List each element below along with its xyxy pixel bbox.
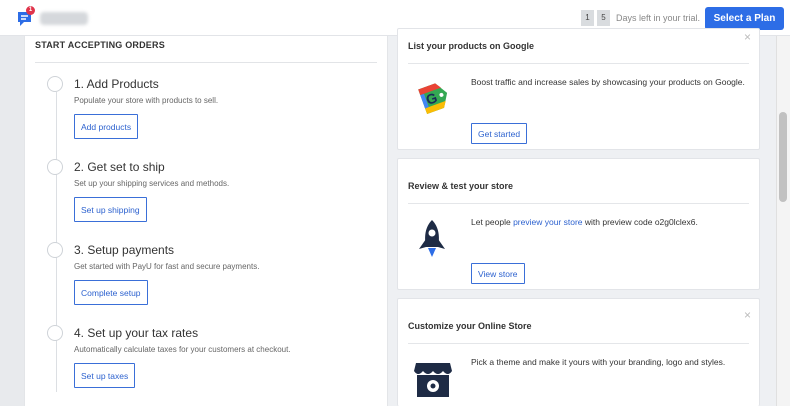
set-up-shipping-button[interactable]: Set up shipping xyxy=(74,197,147,222)
step-title: 3. Setup payments xyxy=(74,243,175,257)
rocket-icon xyxy=(419,220,445,257)
set-up-taxes-button[interactable]: Set up taxes xyxy=(74,363,136,388)
close-icon[interactable]: × xyxy=(744,309,751,321)
card-text: Let people preview your store with previ… xyxy=(471,215,753,230)
trial-text: Days left in your trial. xyxy=(616,13,701,23)
close-icon[interactable]: × xyxy=(744,31,751,43)
view-store-button[interactable]: View store xyxy=(471,263,525,284)
google-listing-card: × List your products on Google G Boost t… xyxy=(397,28,760,150)
preview-store-link[interactable]: preview your store xyxy=(513,217,582,227)
left-gutter xyxy=(0,36,24,406)
select-plan-button[interactable]: Select a Plan xyxy=(705,7,784,30)
google-tag-icon: G xyxy=(418,83,448,114)
step-status-circle xyxy=(47,325,63,341)
scrollbar-track[interactable] xyxy=(776,36,790,406)
step-description: Get started with PayU for fast and secur… xyxy=(74,262,260,271)
card-title: Review & test your store xyxy=(408,181,514,191)
add-products-button[interactable]: Add products xyxy=(74,114,139,139)
step-description: Set up your shipping services and method… xyxy=(74,179,230,188)
start-accepting-orders-panel: START ACCEPTING ORDERS 1. Add Products P… xyxy=(24,36,388,406)
storefront-gear-icon xyxy=(414,363,452,397)
card-title: Customize your Online Store xyxy=(408,321,532,331)
trial-digit: 1 xyxy=(581,10,594,26)
step-description: Automatically calculate taxes for your c… xyxy=(74,345,291,354)
store-name xyxy=(40,12,88,25)
step-status-circle xyxy=(47,242,63,258)
step-title: 4. Set up your tax rates xyxy=(74,326,199,340)
card-text: Pick a theme and make it yours with your… xyxy=(471,357,726,367)
step-status-circle xyxy=(47,76,63,92)
divider xyxy=(408,203,749,204)
step-description: Populate your store with products to sel… xyxy=(74,96,219,105)
trial-counter: 1 5 Days left in your trial. xyxy=(581,10,700,26)
step-title: 1. Add Products xyxy=(74,77,159,91)
scrollbar-thumb[interactable] xyxy=(779,112,787,202)
preview-code-text: with preview code o2g0lclex6. xyxy=(582,217,698,227)
get-started-button[interactable]: Get started xyxy=(471,123,528,144)
divider xyxy=(408,63,749,64)
notification-badge: 1 xyxy=(26,6,35,15)
card-text: Boost traffic and increase sales by show… xyxy=(471,77,745,87)
divider xyxy=(35,62,377,63)
complete-setup-button[interactable]: Complete setup xyxy=(74,280,148,305)
step-title: 2. Get set to ship xyxy=(74,160,165,174)
step-status-circle xyxy=(47,159,63,175)
customize-store-card: × Customize your Online Store Pick a the… xyxy=(397,298,760,406)
review-store-card: Review & test your store Let people prev… xyxy=(397,158,760,290)
panel-title: START ACCEPTING ORDERS xyxy=(35,40,165,50)
card-text-prefix: Let people xyxy=(471,217,514,227)
trial-digit: 5 xyxy=(597,10,610,26)
card-title: List your products on Google xyxy=(408,41,534,51)
divider xyxy=(408,343,749,344)
